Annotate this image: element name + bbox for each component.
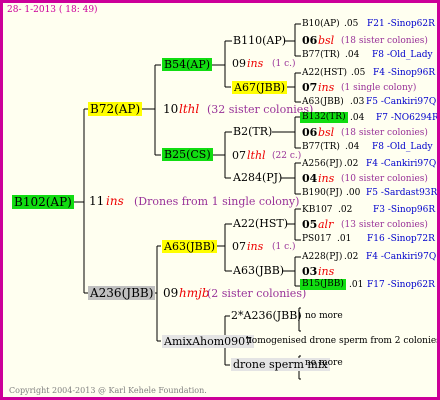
grandmother-maternal[interactable]: B54(AP) (162, 58, 213, 71)
mother-breeder: lthl (179, 102, 200, 116)
row-id[interactable]: A22(HST) (302, 69, 347, 78)
footer-copyright: Copyright 2004-2013 @ Karl Kehele Founda… (9, 386, 207, 395)
row-gen: 06 (302, 34, 318, 47)
row-code: F21 -Sinop62R (367, 19, 435, 29)
row-gen: .05 (344, 19, 359, 29)
row-code: F8 -Old_Lady (372, 142, 433, 152)
row-gen: .02 (344, 252, 359, 262)
father-gen: 09 (163, 286, 179, 300)
row-id[interactable]: B10(AP) (302, 20, 340, 29)
row-gen: .00 (346, 188, 361, 198)
mother-gen: 10 (163, 102, 179, 116)
row-gen: .04 (345, 142, 360, 152)
row-gen: .02 (338, 205, 353, 215)
row-note: (1 single colony) (341, 83, 417, 93)
ggp1-breeder: ins (247, 57, 264, 70)
root-breeder: ins (106, 194, 124, 208)
ggp-b110[interactable]: B110(AP) (233, 35, 286, 46)
row-id[interactable]: B77(TR) (302, 51, 340, 60)
father-note: (2 sister colonies) (207, 287, 307, 300)
father-breeder: hmjb (179, 286, 210, 300)
row-gen: 06 (302, 126, 318, 139)
ggp-b2[interactable]: B2(TR) (233, 126, 272, 137)
row-gen: .03 (350, 97, 365, 107)
row-gen: 07 (302, 81, 318, 94)
row-code: F8 -Old_Lady (372, 50, 433, 60)
mother-note: (32 sister colonies) (207, 103, 314, 116)
ggp1-note: (1 c.) (272, 59, 296, 69)
pedigree-frame: 28- 1-2013 ( 18: 49) B102(AP) 11 ins (Dr… (0, 0, 440, 400)
row-breeder: ins (318, 265, 335, 278)
row-gen: .04 (345, 50, 360, 60)
row-gen: 03 (302, 265, 318, 278)
row-breeder: ins (318, 172, 335, 185)
row-note: (10 sister colonies) (341, 174, 428, 184)
row-code: F5 -Sardast93R (366, 188, 438, 198)
father-queen[interactable]: A236(JBB) (88, 286, 156, 300)
row-code: F4 -Cankiri97Q (366, 252, 437, 262)
row-note: (18 sister colonies) (341, 36, 428, 46)
row-note: (18 sister colonies) (341, 128, 428, 138)
row-id[interactable]: A256(PJ) (302, 160, 342, 169)
row-gen: 04 (302, 172, 318, 185)
row-gen: .01 (337, 234, 352, 244)
row-gen: .05 (351, 68, 366, 78)
row-note: (13 sister colonies) (341, 220, 428, 230)
row-code: F17 -Sinop62R (367, 280, 435, 290)
row-id[interactable]: PS017 (302, 235, 331, 244)
row-gen: 05 (302, 218, 318, 231)
row-code: F5 -Cankiri97Q (366, 97, 437, 107)
row-gen: .02 (344, 159, 359, 169)
grandfather-maternal[interactable]: B25(CS) (162, 148, 213, 161)
grandfather-paternal[interactable]: AmixAhom0907 (162, 335, 255, 348)
ggp3-note: (1 c.) (272, 242, 296, 252)
row-code: F3 -Sinop96R (373, 205, 436, 215)
ggp-a284[interactable]: A284(PJ) (233, 172, 282, 183)
row-code: F16 -Sinop72R (367, 234, 435, 244)
row-id[interactable]: A228(PJ) (302, 253, 342, 262)
row-id[interactable]: B132(TR) (300, 112, 348, 123)
root-gen: 11 (89, 194, 105, 208)
header-date: 28- 1-2013 ( 18: 49) (7, 5, 98, 15)
ggp1-gen: 09 (232, 57, 246, 70)
ggp-2a236-note: no more (305, 311, 343, 321)
row-breeder: bsl (318, 126, 335, 139)
row-breeder: bsl (318, 34, 335, 47)
ggp-drone-mix-note: no more (305, 358, 343, 368)
ggp2-note: (22 c.) (272, 151, 302, 161)
ggp2-breeder: lthl (247, 149, 266, 162)
ggp2-gen: 07 (232, 149, 246, 162)
ggp-a22[interactable]: A22(HST) (233, 218, 288, 229)
grandmother-paternal[interactable]: A63(JBB) (162, 240, 218, 253)
row-code: F4 -Cankiri97Q (366, 159, 437, 169)
row-breeder: alr (318, 218, 334, 231)
row-code: F7 -NO6294R (376, 113, 439, 123)
mother-queen[interactable]: B72(AP) (88, 102, 143, 116)
row-id[interactable]: B190(PJ) (302, 189, 342, 198)
row-breeder: ins (318, 81, 335, 94)
root-queen[interactable]: B102(AP) (12, 195, 74, 209)
row-id[interactable]: B77(TR) (302, 143, 340, 152)
ggp-a67[interactable]: A67(JBB) (232, 81, 288, 94)
row-gen: .01 (349, 280, 364, 290)
ggp3-gen: 07 (232, 240, 246, 253)
ggp-2a236[interactable]: 2*A236(JBB) (231, 310, 302, 321)
row-code: F4 -Sinop96R (373, 68, 436, 78)
row-id[interactable]: KB107 (302, 206, 333, 215)
ggp3-breeder: ins (247, 240, 264, 253)
ggp4-note: homogenised drone sperm from 2 colonies (246, 336, 440, 346)
row-id[interactable]: B15(JBB) (300, 279, 346, 290)
ggp-a63[interactable]: A63(JBB) (233, 265, 284, 276)
row-id[interactable]: A63(JBB) (302, 98, 344, 107)
row-gen: .04 (350, 113, 365, 123)
root-note: (Drones from 1 single colony) (134, 195, 300, 208)
